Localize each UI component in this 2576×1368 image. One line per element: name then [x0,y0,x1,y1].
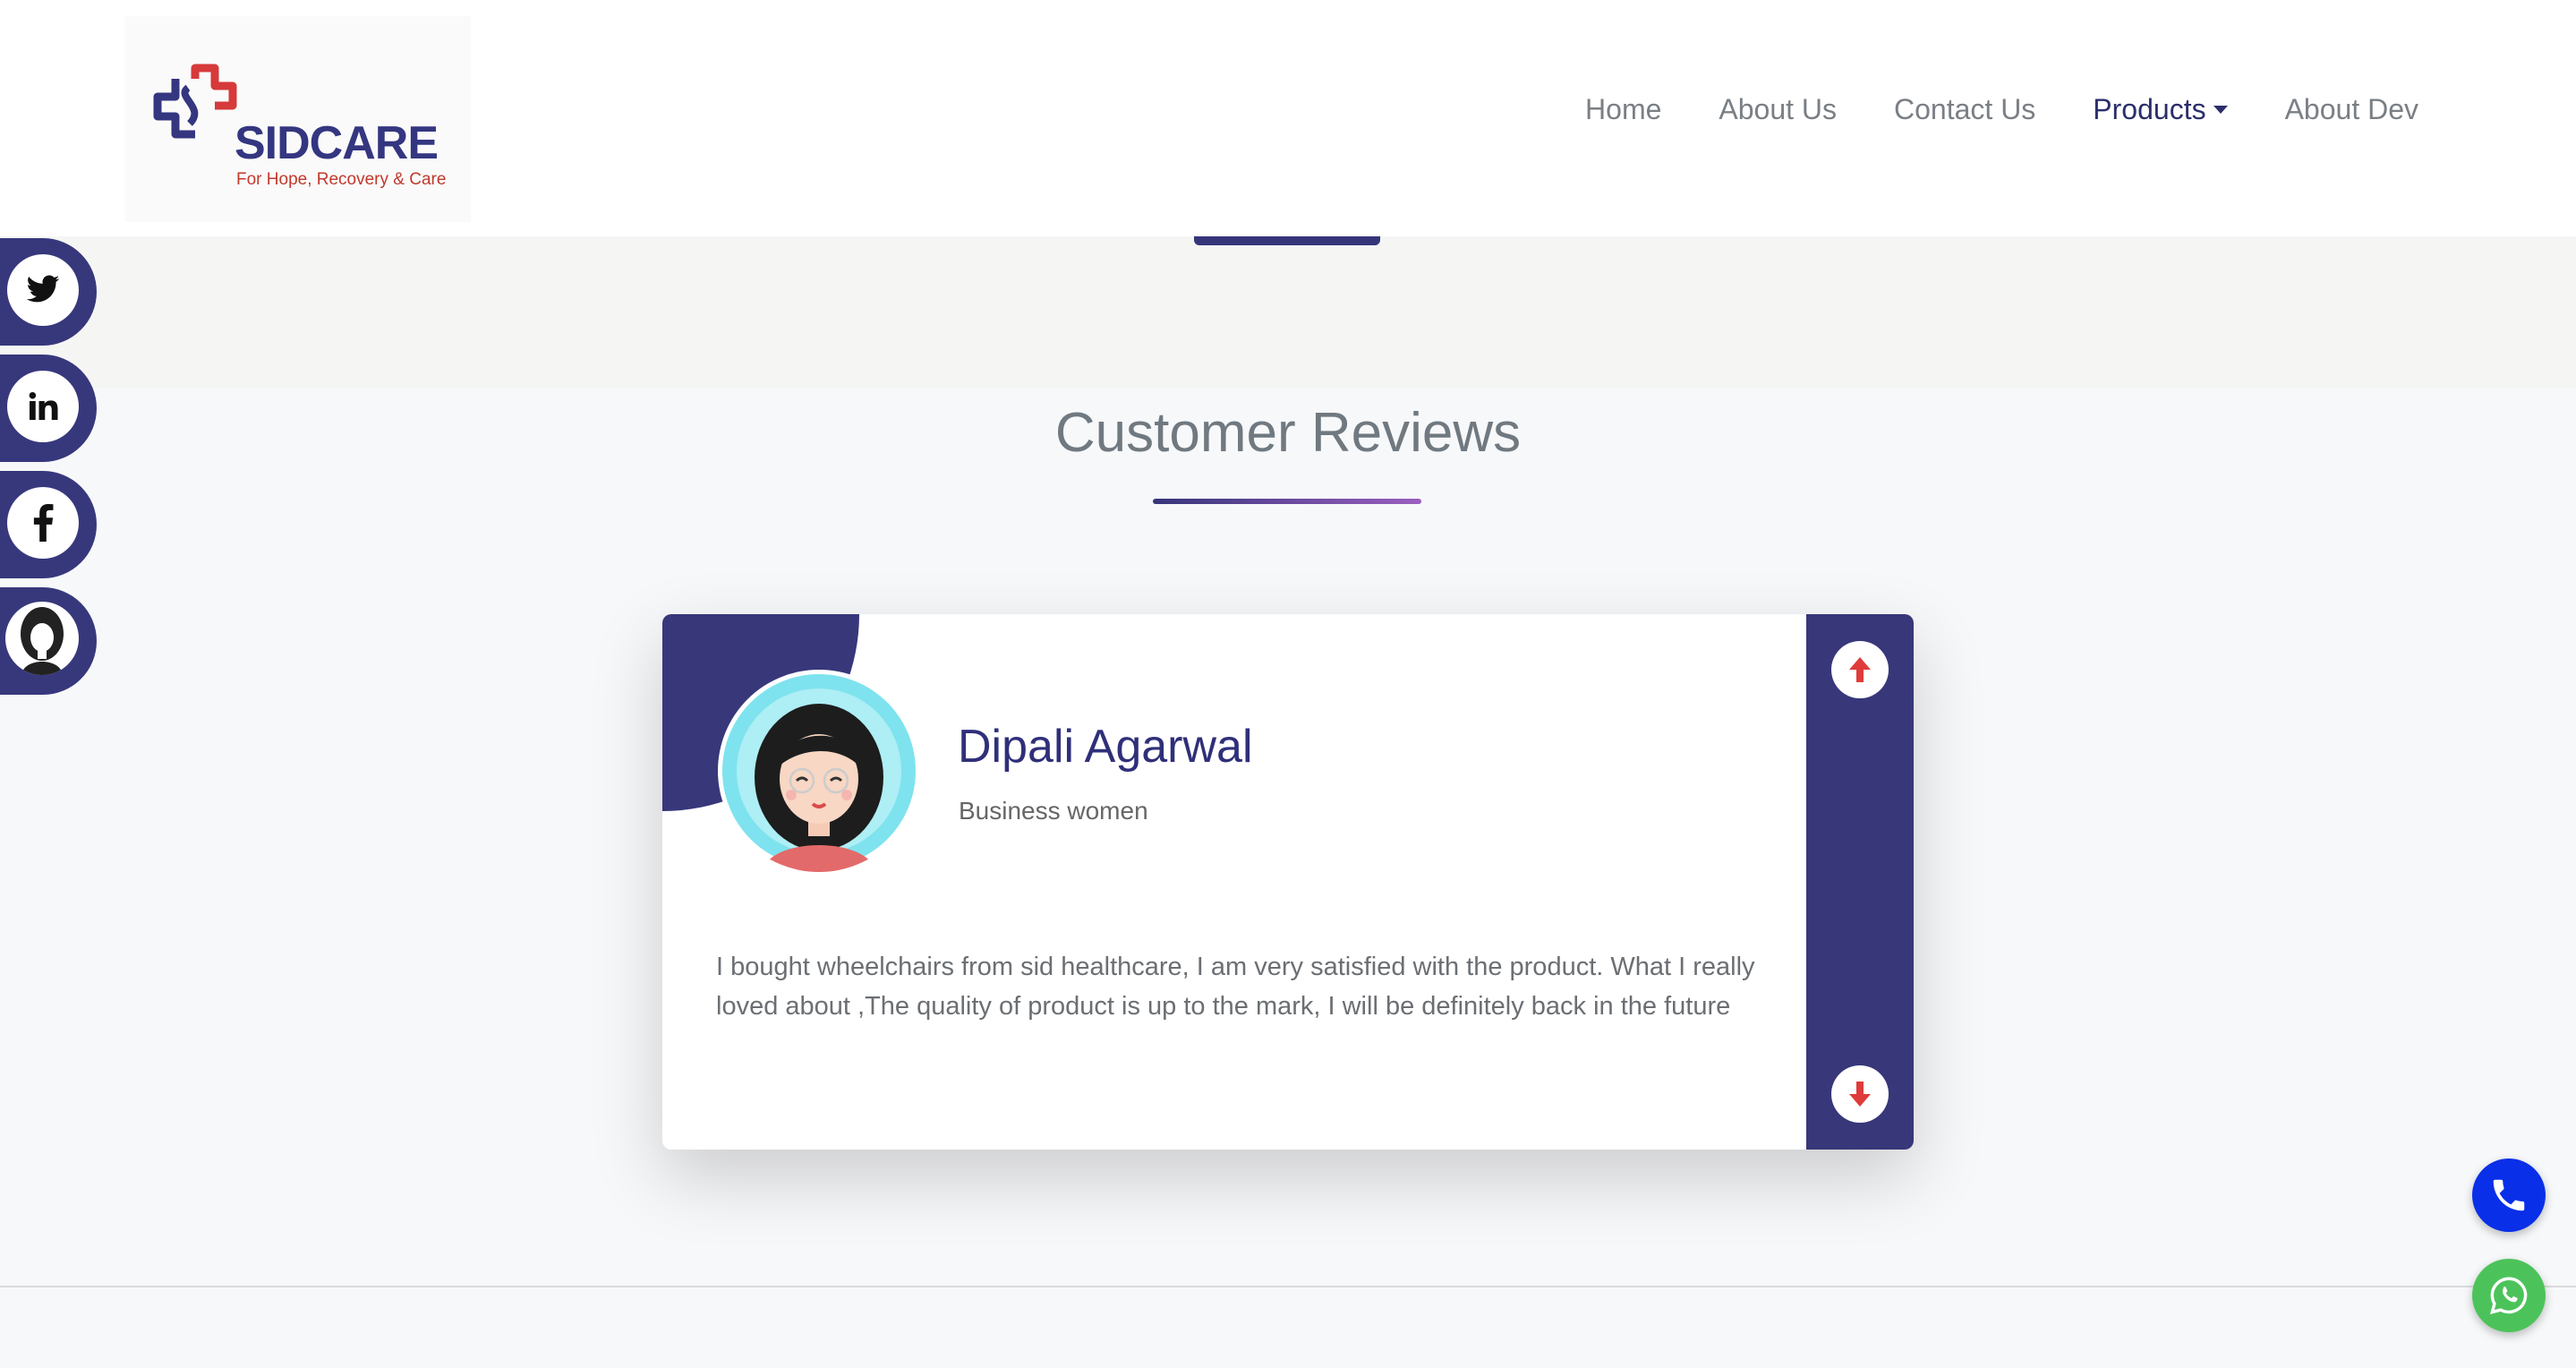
sidcare-logo[interactable]: SIDCARE For Hope, Recovery & Care [125,16,471,222]
nav-about-dev[interactable]: About Dev [2285,93,2418,126]
section-title: Customer Reviews [1054,402,1522,464]
facebook-link[interactable] [0,471,97,578]
title-underline [1153,499,1421,504]
whatsapp-button[interactable] [2472,1259,2546,1332]
nav-about-us[interactable]: About Us [1719,93,1837,126]
arrow-down-icon [1849,1082,1871,1107]
linkedin-link[interactable] [0,355,97,462]
main-nav: Home About Us Contact Us Products About … [1585,93,2418,126]
call-button[interactable] [2472,1159,2546,1232]
nav-products[interactable]: Products [2093,93,2205,125]
twitter-link[interactable] [0,238,97,346]
band-tab [1194,236,1380,245]
twitter-icon [7,254,79,326]
caret-down-icon [2213,106,2228,115]
review-nav-panel [1806,614,1914,1150]
reviewer-role: Business women [959,797,1148,825]
arrow-up-icon [1849,657,1871,682]
social-sidebar [0,238,97,704]
nav-home[interactable]: Home [1585,93,1661,126]
profile-avatar-icon [5,602,79,675]
divider [0,1286,2576,1287]
profile-link[interactable] [0,587,97,695]
facebook-icon [7,487,79,559]
phone-icon [2493,1179,2525,1211]
nav-products-dropdown[interactable]: Products [2093,93,2228,126]
review-text: I bought wheelchairs from sid healthcare… [716,953,1755,1021]
logo-tagline: For Hope, Recovery & Care [236,170,447,189]
whatsapp-icon [2489,1277,2528,1315]
logo-title: SIDCARE [235,117,439,169]
next-review-button[interactable] [1831,1065,1889,1123]
nav-contact-us[interactable]: Contact Us [1894,93,2035,126]
reviewer-name: Dipali Agarwal [958,721,1253,773]
previous-review-button[interactable] [1831,641,1889,698]
reviewer-avatar [718,670,920,872]
linkedin-icon [7,371,79,442]
review-card: Dipali Agarwal Business women I bought w… [662,614,1914,1150]
section-band [0,236,2576,389]
site-header: SIDCARE For Hope, Recovery & Care Home A… [0,0,2576,236]
